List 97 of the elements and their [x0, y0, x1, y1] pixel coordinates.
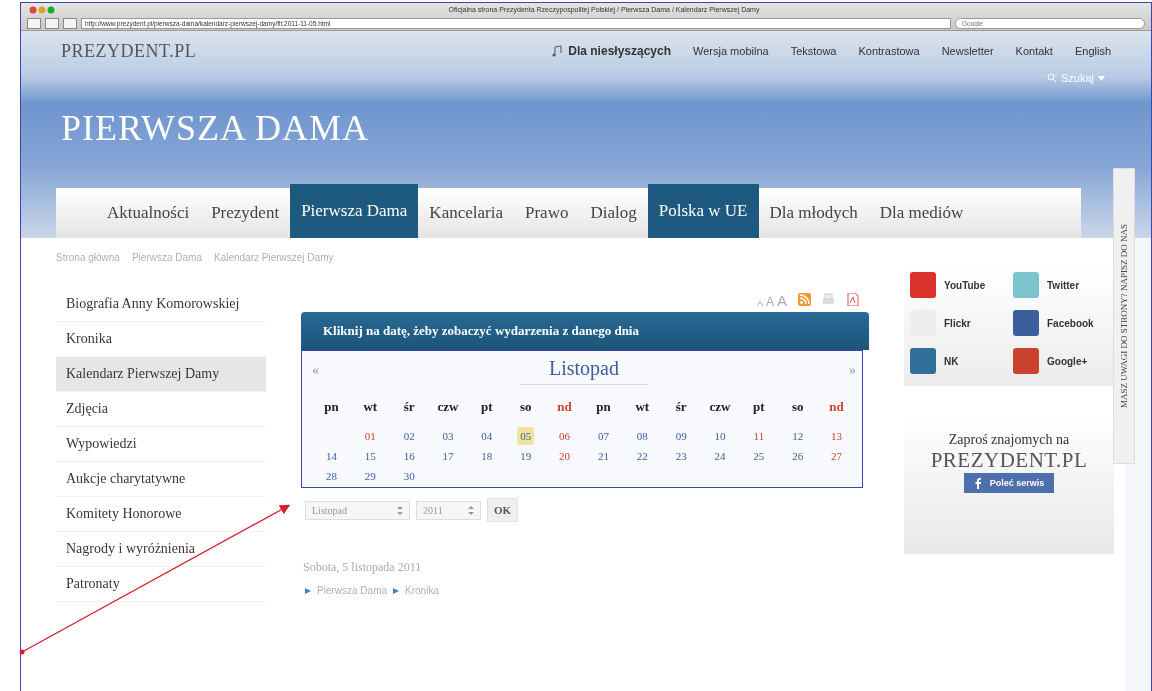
triangle-icon [393, 587, 400, 594]
weekday-label: so [790, 398, 805, 416]
calendar-day[interactable]: 15 [361, 447, 379, 465]
social-link[interactable]: YouTube [910, 272, 1005, 298]
calendar-day[interactable]: 30 [400, 467, 418, 485]
sidebar-item[interactable]: Kalendarz Pierwszej Damy [56, 357, 266, 392]
search-icon [1046, 73, 1057, 83]
social-link[interactable]: NK [910, 348, 1005, 374]
sidebar-item[interactable]: Aukcje charytatywne [56, 462, 266, 497]
weekday-label: czw [436, 398, 460, 416]
header-link[interactable]: Wersja mobilna [693, 45, 769, 57]
calendar-day[interactable]: 27 [828, 447, 846, 465]
weekday-label: nd [556, 398, 573, 416]
social-link[interactable]: Twitter [1013, 272, 1108, 298]
nav-tab[interactable]: Prezydent [200, 188, 291, 238]
calendar-day[interactable]: 11 [750, 427, 768, 445]
nav-tab[interactable]: Aktualności [96, 188, 201, 238]
calendar-day[interactable]: 12 [789, 427, 807, 445]
calendar-day[interactable]: 16 [400, 447, 418, 465]
weekday-label: pt [752, 398, 766, 416]
calendar-day[interactable]: 05 [517, 427, 535, 445]
sidebar-item[interactable]: Patronaty [56, 567, 266, 602]
weekday-label: pn [595, 398, 612, 416]
header-link[interactable]: Dla niesłyszących [552, 44, 671, 58]
calendar-day[interactable]: 06 [556, 427, 574, 445]
calendar-day[interactable]: 25 [750, 447, 768, 465]
weekday-label: wt [634, 398, 651, 416]
social-link[interactable]: Facebook [1013, 310, 1108, 336]
weekday-label: nd [828, 398, 845, 416]
sidebar-item[interactable]: Nagrody i wyróżnienia [56, 532, 266, 567]
ok-button[interactable]: OK [487, 498, 519, 522]
updown-caret-icon [468, 505, 474, 515]
social-link[interactable]: Google+ [1013, 348, 1108, 374]
header-link[interactable]: Newsletter [941, 45, 994, 57]
weekday-label: śr [674, 398, 688, 416]
nav-tab[interactable]: Dla mediów [868, 188, 975, 238]
weekday-label: so [518, 398, 533, 416]
forward-button[interactable] [45, 17, 59, 29]
calendar-day[interactable]: 26 [789, 447, 807, 465]
calendar-day[interactable]: 01 [361, 427, 379, 445]
weekday-label: śr [402, 398, 416, 416]
feedback-tab[interactable]: MASZ UWAGI DO STRONY? NAPISZ DO NAS [1113, 168, 1135, 464]
calendar-day[interactable]: 07 [594, 427, 612, 445]
nav-tab[interactable]: Dla młodych [758, 188, 869, 238]
calendar-day[interactable]: 02 [400, 427, 418, 445]
nav-tab[interactable]: Polska w UE [647, 184, 759, 238]
calendar-day[interactable]: 20 [556, 447, 574, 465]
weekday-label: pt [480, 398, 494, 416]
calendar-day[interactable]: 24 [711, 447, 729, 465]
nav-tab[interactable]: Kancelaria [418, 188, 514, 238]
triangle-icon [305, 587, 311, 594]
caret-icon [1098, 75, 1105, 81]
invite-text: Zaproś znajomych na [948, 432, 1070, 448]
calendar-day[interactable]: 04 [478, 427, 496, 445]
month-title: Listopad [519, 357, 649, 385]
calendar-day[interactable]: 17 [439, 447, 457, 465]
sidebar-item[interactable]: Komitety Honorowe [56, 497, 266, 532]
page-title: PIERWSZA DAMA [61, 107, 371, 149]
header-link[interactable]: Tekstowa [790, 45, 837, 57]
calendar-day[interactable]: 29 [361, 467, 379, 485]
selected-date: Sobota, 5 listopada 2011 [303, 560, 423, 575]
nav-tab[interactable]: Pierwsza Dama [290, 184, 419, 238]
calendar-header: Kliknij na datę, żeby zobaczyć wydarzenia z danego dnia [301, 312, 869, 350]
updown-caret-icon [397, 505, 403, 515]
sidebar-item[interactable]: Zdjęcia [56, 392, 266, 427]
calendar-day[interactable]: 10 [711, 427, 729, 445]
header-link[interactable]: English [1074, 45, 1111, 57]
facebook-icon [973, 477, 982, 489]
header-link[interactable]: Kontakt [1015, 45, 1053, 57]
calendar-day[interactable]: 09 [672, 427, 690, 445]
calendar-day[interactable]: 28 [322, 467, 340, 485]
sidebar-item[interactable]: Wypowiedzi [56, 427, 266, 462]
weekday-label: wt [362, 398, 379, 416]
calendar-day[interactable]: 19 [517, 447, 535, 465]
recommend-button[interactable]: Poleć serwis [963, 473, 1055, 493]
weekday-label: czw [708, 398, 732, 416]
calendar-day[interactable]: 22 [633, 447, 651, 465]
nav-tab[interactable]: Dialog [579, 188, 648, 238]
pdf-icon[interactable] [846, 293, 859, 306]
music-note-icon [552, 45, 563, 57]
calendar-day[interactable]: 21 [594, 447, 612, 465]
site-logo: PREZYDENT.PL [61, 40, 197, 62]
calendar-day[interactable]: 08 [633, 427, 651, 445]
calendar-day[interactable]: 18 [478, 447, 496, 465]
invite-logo: PREZYDENT.PL [930, 448, 1088, 473]
add-bookmark-button[interactable] [63, 17, 77, 29]
weekday-label: pn [323, 398, 340, 416]
calendar-day[interactable]: 03 [439, 427, 457, 445]
rss-icon[interactable] [798, 293, 811, 306]
calendar-day[interactable]: 14 [322, 447, 340, 465]
calendar-day[interactable]: 13 [828, 427, 846, 445]
sidebar-item[interactable]: Biografia Anny Komorowskiej [56, 287, 266, 322]
nav-tab[interactable]: Prawo [514, 188, 580, 238]
social-link[interactable]: Flickr [910, 310, 1005, 336]
calendar-day[interactable]: 23 [672, 447, 690, 465]
header-link[interactable]: Kontrastowa [858, 45, 920, 57]
back-button[interactable] [27, 17, 41, 29]
